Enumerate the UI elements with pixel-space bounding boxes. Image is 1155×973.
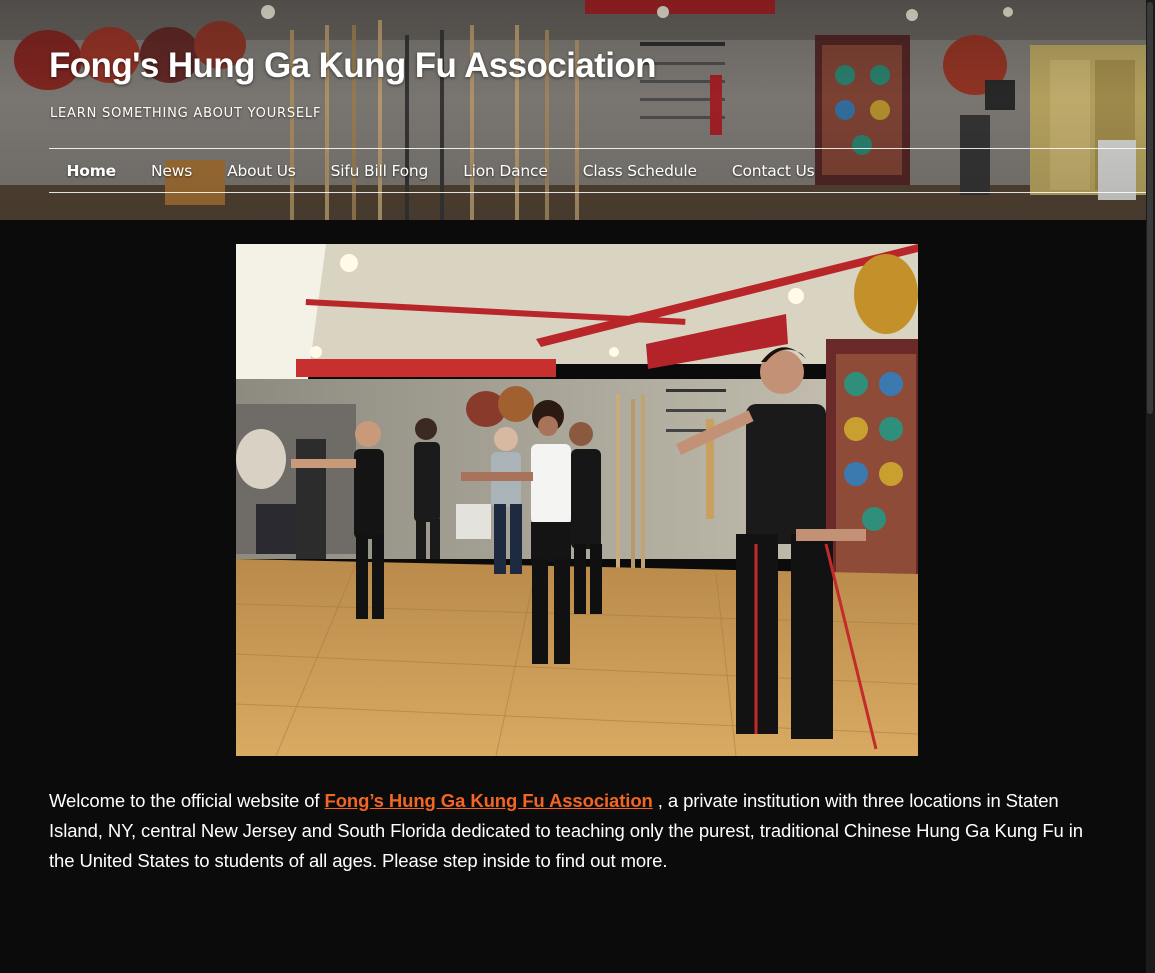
association-link[interactable]: Fong’s Hung Ga Kung Fu Association	[325, 790, 653, 811]
page-scrollbar[interactable]	[1146, 0, 1155, 973]
nav-item-lion-dance[interactable]: Lion Dance	[446, 162, 566, 180]
class-photo	[236, 244, 918, 756]
intro-paragraph: Welcome to the official website of Fong’…	[49, 786, 1099, 876]
main-navigation: Home News About Us Sifu Bill Fong Lion D…	[49, 148, 1146, 193]
nav-item-news[interactable]: News	[133, 162, 209, 180]
site-header: Fong's Hung Ga Kung Fu Association LEARN…	[0, 0, 1146, 220]
scrollbar-thumb[interactable]	[1147, 2, 1153, 414]
nav-item-contact-us[interactable]: Contact Us	[714, 162, 832, 180]
site-tagline: LEARN SOMETHING ABOUT YOURSELF	[50, 106, 322, 121]
intro-text-before: Welcome to the official website of	[49, 790, 325, 811]
nav-item-class-schedule[interactable]: Class Schedule	[565, 162, 714, 180]
nav-item-home[interactable]: Home	[49, 162, 133, 180]
nav-item-sifu-bill-fong[interactable]: Sifu Bill Fong	[313, 162, 446, 180]
site-title[interactable]: Fong's Hung Ga Kung Fu Association	[49, 46, 656, 86]
class-photo-image	[236, 244, 918, 756]
nav-item-about-us[interactable]: About Us	[210, 162, 314, 180]
